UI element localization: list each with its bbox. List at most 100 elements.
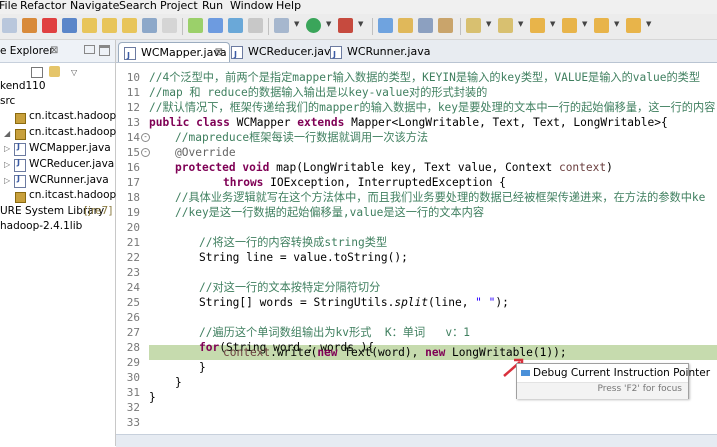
use-step-filters-icon[interactable] (162, 18, 177, 33)
next-annotation-icon[interactable] (466, 18, 481, 33)
drop-to-frame-icon[interactable] (142, 18, 157, 33)
step-into-icon[interactable] (82, 18, 97, 33)
tab-wcreducer[interactable]: WCReducer.java (226, 42, 337, 64)
chevron-down-icon[interactable]: ▼ (614, 20, 619, 28)
new-class-icon[interactable] (398, 18, 413, 33)
maximize-icon[interactable] (99, 45, 110, 56)
back-icon[interactable] (530, 18, 545, 33)
link-with-editor-icon[interactable] (49, 66, 60, 77)
toolbar: ▼ ▼ ▼ ▼ ▼ ▼ ▼ ▼ ▼ (0, 14, 717, 40)
line-number: 32 (126, 401, 140, 414)
tree-file-wcmapper[interactable]: WCMapper.java (29, 140, 111, 156)
tree-collapsed-icon[interactable]: ▷ (4, 144, 10, 153)
tree-src-folder[interactable]: src (0, 93, 15, 109)
code-line-16: protected void map(LongWritable key, Tex… (175, 160, 613, 175)
package-icon (15, 113, 26, 124)
tree-collapsed-icon[interactable]: ▷ (4, 160, 10, 169)
tree-file-wcreducer[interactable]: WCReducer.java (29, 156, 114, 172)
toggle-mark-icon[interactable] (248, 18, 263, 33)
new-package-icon[interactable] (378, 18, 393, 33)
keyword: class (196, 116, 230, 129)
tab-wcrunner[interactable]: WCRunner.java (325, 42, 431, 64)
chevron-down-icon[interactable]: ▼ (646, 20, 651, 28)
tree-collapsed-icon[interactable]: ▷ (4, 176, 10, 185)
chevron-down-icon[interactable]: ▼ (550, 20, 555, 28)
suspend-icon[interactable] (22, 18, 37, 33)
chevron-down-icon[interactable]: ▼ (518, 20, 523, 28)
view-menu-icon[interactable]: ▽ (71, 68, 77, 77)
last-edit-icon[interactable] (594, 18, 609, 33)
line-number: 28 (126, 341, 140, 354)
open-type-icon[interactable] (208, 18, 223, 33)
menu-file[interactable]: File (0, 0, 17, 13)
step-over-icon[interactable] (102, 18, 117, 33)
chevron-down-icon[interactable]: ▼ (486, 20, 491, 28)
tooltip-hint: Press 'F2' for focus (597, 384, 682, 394)
step-return-icon[interactable] (122, 18, 137, 33)
new-java-project-icon[interactable] (188, 18, 203, 33)
menu-navigate[interactable]: Navigate (70, 0, 119, 13)
menu-run[interactable]: Run (202, 0, 223, 13)
package-icon (15, 192, 26, 203)
annotation-icon[interactable] (438, 18, 453, 33)
toolbar-separator (268, 18, 269, 35)
chevron-down-icon[interactable]: ▼ (294, 20, 299, 28)
disconnect-icon[interactable] (62, 18, 77, 33)
java-file-icon (124, 46, 136, 65)
line-number: 10 (126, 71, 140, 84)
package-icon (15, 129, 26, 140)
chevron-down-icon[interactable]: ▼ (358, 20, 363, 28)
line-number: 29 (126, 356, 140, 369)
pin-editor-icon[interactable] (626, 18, 641, 33)
chevron-down-icon[interactable]: ▼ (326, 20, 331, 28)
line-number: 20 (126, 221, 140, 234)
menu-refactor[interactable]: Refactor (20, 0, 66, 13)
resume-icon[interactable] (2, 18, 17, 33)
line-number: 19 (126, 206, 140, 219)
code-line-10: //4个泛型中，前两个是指定mapper输入数据的类型，KEYIN是输入的key… (149, 71, 701, 84)
menu-bar: File Refactor Navigate Search Project Ru… (0, 0, 717, 14)
terminate-icon[interactable] (42, 18, 57, 33)
menu-project[interactable]: Project (160, 0, 198, 13)
close-icon[interactable]: ⊠ (50, 43, 58, 59)
external-tools-icon[interactable] (338, 18, 353, 33)
menu-search[interactable]: Search (119, 0, 157, 13)
code-line-25: String[] words = StringUtils.split(line,… (199, 295, 509, 310)
tree-project[interactable]: kend110 (0, 78, 46, 94)
tree-hadoop-lib[interactable]: hadoop-2.4.1lib (0, 218, 82, 234)
forward-icon[interactable] (562, 18, 577, 33)
chevron-down-icon[interactable]: ▼ (582, 20, 587, 28)
debug-icon[interactable] (274, 18, 289, 33)
package-explorer-tab[interactable]: e Explorer ⊠ (0, 40, 115, 63)
open-task-icon[interactable] (418, 18, 433, 33)
tree-expand-icon[interactable]: ◢ (4, 129, 10, 138)
keyword: for (199, 341, 220, 354)
package-explorer-title[interactable]: e Explorer (0, 43, 54, 59)
code-line-11: //map 和 reduce的数据输入输出是以key-value对的形式封装的 (149, 86, 488, 99)
search-icon[interactable] (228, 18, 243, 33)
code-text: Mapper<LongWritable, Text, Text, LongWri… (344, 116, 668, 129)
tab-wcmapper[interactable]: WCMapper.java ⊠ (118, 42, 230, 65)
minimize-icon[interactable] (84, 45, 95, 54)
line-number: 31 (126, 386, 140, 399)
code-text: (line, (428, 296, 476, 309)
fold-toggle-icon[interactable]: - (141, 133, 150, 142)
menu-help[interactable]: Help (276, 0, 301, 13)
line-number: 22 (126, 251, 140, 264)
parameter: context (223, 346, 271, 359)
code-line-19: //key是这一行数据的起始偏移量,value是这一行的文本内容 (175, 206, 485, 219)
previous-annotation-icon[interactable] (498, 18, 513, 33)
code-line-22: String line = value.toString(); (199, 251, 408, 264)
code-line-15: @Override (175, 146, 236, 159)
tree-file-wcrunner[interactable]: WCRunner.java (29, 172, 109, 188)
code-line-13: public class WCMapper extends Mapper<Lon… (149, 115, 668, 130)
code-text: String[] words = StringUtils. (199, 296, 395, 309)
run-icon[interactable] (306, 18, 321, 33)
keyword: throws (223, 176, 264, 189)
collapse-all-icon[interactable] (31, 67, 43, 78)
menu-window[interactable]: Window (230, 0, 273, 13)
line-number: 15 (126, 146, 140, 159)
line-number: 11 (126, 86, 140, 99)
close-icon[interactable]: ⊠ (215, 43, 223, 62)
fold-toggle-icon[interactable]: - (141, 148, 150, 157)
